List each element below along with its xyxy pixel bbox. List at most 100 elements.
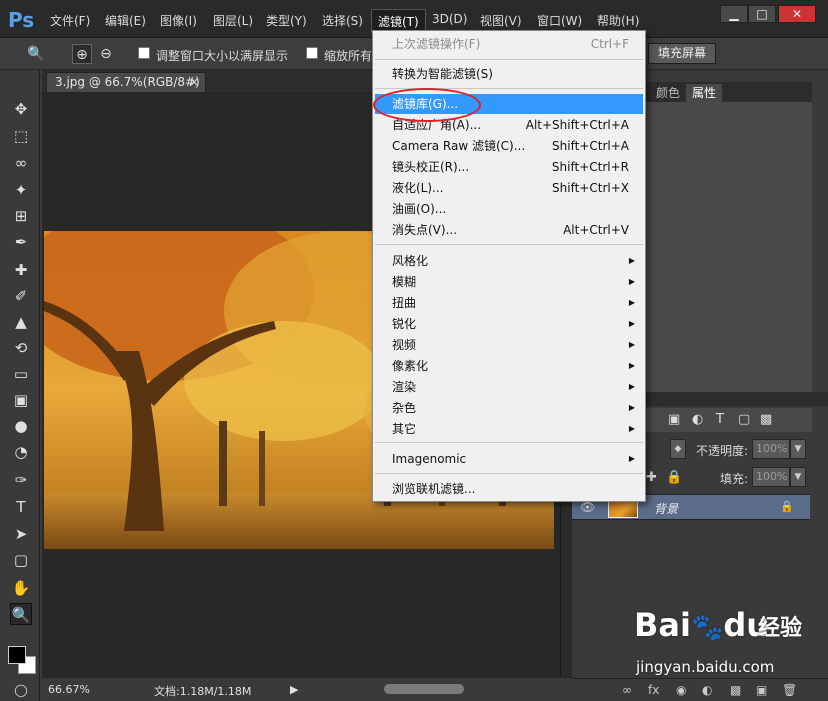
menu-item-sharpen[interactable]: 锐化 ▶ — [375, 314, 643, 334]
shape-filter-icon[interactable]: ▢ — [738, 412, 750, 427]
lock-all-icon[interactable]: 🔒 — [666, 470, 682, 485]
menu-item-other[interactable]: 其它 ▶ — [375, 419, 643, 439]
blend-mode-dropdown[interactable]: ◆ — [670, 439, 686, 459]
history-brush-tool-icon[interactable]: ⟲ — [10, 337, 32, 359]
fill-dropdown[interactable]: ▼ — [790, 467, 806, 487]
path-select-tool-icon[interactable]: ➤ — [10, 523, 32, 545]
marquee-tool-icon[interactable]: ⬚ — [10, 125, 32, 147]
menu-item-label: 杂色 — [392, 401, 417, 415]
submenu-arrow-icon: ▶ — [628, 319, 635, 328]
quick-select-tool-icon[interactable]: ✦ — [10, 179, 32, 201]
toolbox: ✥ ⬚ ∞ ✦ ⊞ ✒ ✚ ✐ ▲ ⟲ ▭ ▣ ● ◔ ✑ T ➤ ▢ ✋ 🔍 … — [0, 70, 40, 701]
gradient-tool-icon[interactable]: ▣ — [10, 389, 32, 411]
opacity-input[interactable]: 100% — [752, 439, 790, 459]
menu-edit[interactable]: 编辑(E) — [105, 12, 146, 29]
menu-item-vanishing-point[interactable]: 消失点(V)... Alt+Ctrl+V — [375, 220, 643, 240]
menu-3d[interactable]: 3D(D) — [432, 12, 467, 26]
zoom-all-label: 缩放所有 — [324, 49, 373, 63]
menu-item-label: 风格化 — [392, 254, 429, 268]
menu-window[interactable]: 窗口(W) — [537, 12, 582, 29]
zoom-in-icon[interactable]: ⊕ — [72, 44, 92, 64]
menu-item-liquify[interactable]: 液化(L)... Shift+Ctrl+X — [375, 178, 643, 198]
menu-item-shortcut: Alt+Ctrl+V — [563, 223, 629, 237]
menu-item-blur[interactable]: 模糊 ▶ — [375, 272, 643, 292]
healing-brush-tool-icon[interactable]: ✚ — [10, 259, 32, 281]
menu-item-label: 浏览联机滤镜... — [392, 482, 476, 496]
menu-help[interactable]: 帮助(H) — [597, 12, 639, 29]
type-filter-icon[interactable]: T — [716, 412, 724, 427]
type-tool-icon[interactable]: T — [10, 496, 32, 518]
document-tab-title: 3.jpg @ 66.7%(RGB/8#) — [55, 75, 200, 89]
zoom-tool-preset-icon[interactable]: 🔍 — [26, 44, 46, 64]
lasso-tool-icon[interactable]: ∞ — [10, 152, 32, 174]
menu-item-video[interactable]: 视频 ▶ — [375, 335, 643, 355]
pen-tool-icon[interactable]: ✑ — [10, 469, 32, 491]
menu-item-last-filter: 上次滤镜操作(F) Ctrl+F — [375, 34, 643, 54]
image-filter-icon[interactable]: ▣ — [668, 412, 680, 427]
zoom-tool-icon[interactable]: 🔍 — [10, 603, 32, 625]
document-tab[interactable]: 3.jpg @ 66.7%(RGB/8#) × — [46, 72, 206, 92]
menu-item-browse-online-filters[interactable]: 浏览联机滤镜... — [375, 479, 643, 499]
menu-separator — [375, 59, 643, 60]
menu-item-imagenomic[interactable]: Imagenomic ▶ — [375, 449, 643, 469]
layer-name[interactable]: 背景 — [654, 500, 678, 517]
menu-item-stylize[interactable]: 风格化 ▶ — [375, 251, 643, 271]
link-layers-icon[interactable]: ∞ — [622, 683, 632, 697]
lock-position-icon[interactable]: ✚ — [646, 470, 657, 485]
eyedropper-tool-icon[interactable]: ✒ — [10, 231, 32, 253]
zoom-all-checkbox[interactable] — [306, 47, 318, 59]
menu-item-pixelate[interactable]: 像素化 ▶ — [375, 356, 643, 376]
eye-icon[interactable]: 👁 — [580, 500, 595, 514]
zoom-out-icon[interactable]: ⊖ — [96, 44, 116, 64]
foreground-color-swatch[interactable] — [8, 646, 26, 664]
fill-input[interactable]: 100% — [752, 467, 790, 487]
menu-item-shortcut: Ctrl+F — [590, 37, 629, 51]
horizontal-scrollbar-thumb[interactable] — [384, 684, 464, 694]
smart-object-filter-icon[interactable]: ▩ — [760, 412, 772, 427]
menu-item-oil-paint[interactable]: 油画(O)... — [375, 199, 643, 219]
clone-stamp-tool-icon[interactable]: ▲ — [10, 311, 32, 333]
menu-select[interactable]: 选择(S) — [322, 12, 363, 29]
menu-view[interactable]: 视图(V) — [480, 12, 522, 29]
menu-type[interactable]: 类型(Y) — [266, 12, 307, 29]
blur-tool-icon[interactable]: ● — [10, 415, 32, 437]
crop-tool-icon[interactable]: ⊞ — [10, 205, 32, 227]
fill-screen-button[interactable]: 填充屏幕 — [648, 43, 716, 64]
opacity-dropdown[interactable]: ▼ — [790, 439, 806, 459]
menu-item-distort[interactable]: 扭曲 ▶ — [375, 293, 643, 313]
document-tab-close-icon[interactable]: × — [189, 73, 199, 91]
menu-item-lens-correction[interactable]: 镜头校正(R)... Shift+Ctrl+R — [375, 157, 643, 177]
menu-item-shortcut: Shift+Ctrl+A — [552, 139, 629, 153]
menu-item-noise[interactable]: 杂色 ▶ — [375, 398, 643, 418]
status-arrow-icon[interactable]: ▶ — [290, 683, 298, 696]
menu-item-convert-smart-filter[interactable]: 转换为智能滤镜(S) — [375, 64, 643, 84]
zoom-level[interactable]: 66.67% — [48, 683, 90, 696]
menu-separator — [375, 244, 643, 245]
move-tool-icon[interactable]: ✥ — [10, 98, 32, 120]
hand-tool-icon[interactable]: ✋ — [10, 577, 32, 599]
menu-item-label: Imagenomic — [392, 452, 467, 466]
menu-layer[interactable]: 图层(L) — [213, 12, 253, 29]
fit-window-label: 调整窗口大小以满屏显示 — [156, 49, 289, 63]
menu-item-label: 锐化 — [392, 317, 417, 331]
tab-properties[interactable]: 属性 — [686, 84, 723, 102]
menu-item-camera-raw[interactable]: Camera Raw 滤镜(C)... Shift+Ctrl+A — [375, 136, 643, 156]
quick-mask-icon[interactable]: ◯ — [10, 679, 32, 701]
close-button[interactable]: ✕ — [778, 5, 816, 23]
menu-image[interactable]: 图像(I) — [160, 12, 197, 29]
minimize-button[interactable]: ▁ — [720, 5, 748, 23]
adjustment-filter-icon[interactable]: ◐ — [692, 412, 703, 427]
eraser-tool-icon[interactable]: ▭ — [10, 363, 32, 385]
watermark-logo-text: Bai — [634, 606, 691, 644]
menu-item-render[interactable]: 渲染 ▶ — [375, 377, 643, 397]
dodge-tool-icon[interactable]: ◔ — [10, 441, 32, 463]
menu-item-shortcut: Alt+Shift+Ctrl+A — [525, 118, 629, 132]
maximize-button[interactable]: □ — [748, 5, 776, 23]
tab-color[interactable]: 颜色 — [650, 84, 686, 102]
fit-window-checkbox[interactable] — [138, 47, 150, 59]
rectangle-tool-icon[interactable]: ▢ — [10, 549, 32, 571]
menu-file[interactable]: 文件(F) — [50, 12, 90, 29]
menu-item-shortcut: Shift+Ctrl+R — [551, 160, 629, 174]
submenu-arrow-icon: ▶ — [628, 340, 635, 349]
brush-tool-icon[interactable]: ✐ — [10, 285, 32, 307]
